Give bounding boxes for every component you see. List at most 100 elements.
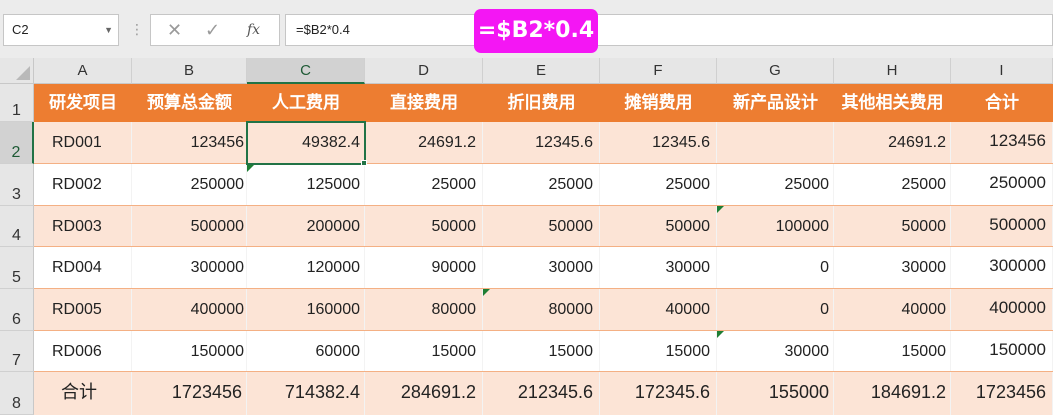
header-cell[interactable]: 直接费用 xyxy=(365,84,483,122)
other-cost-cell[interactable]: 25000 xyxy=(834,164,951,205)
column-header-c[interactable]: C xyxy=(247,58,365,84)
budget-cell[interactable]: 400000 xyxy=(132,289,247,330)
header-cell[interactable]: 预算总金额 xyxy=(132,84,247,122)
row-header-2[interactable]: 2 xyxy=(0,122,34,164)
row-header-4[interactable]: 4 xyxy=(0,206,34,247)
header-cell[interactable]: 摊销费用 xyxy=(600,84,717,122)
formula-input[interactable]: =$B2*0.4 xyxy=(285,14,1053,46)
other-cost-cell[interactable]: 15000 xyxy=(834,331,951,371)
amortization-cell[interactable]: 12345.6 xyxy=(600,122,717,163)
budget-cell[interactable]: 250000 xyxy=(132,164,247,205)
total-cell[interactable]: 150000 xyxy=(951,331,1053,371)
amortization-cell[interactable]: 30000 xyxy=(600,247,717,288)
depreciation-cell[interactable]: 50000 xyxy=(483,206,600,246)
budget-cell[interactable]: 123456 xyxy=(132,122,247,163)
depreciation-cell[interactable]: 30000 xyxy=(483,247,600,288)
new-product-design-cell[interactable]: 100000 xyxy=(717,206,834,246)
labor-cost-cell[interactable]: 120000 xyxy=(247,247,365,288)
grand-total-cell[interactable]: 1723456 xyxy=(951,372,1053,415)
header-cell[interactable]: 其他相关费用 xyxy=(834,84,951,122)
labor-cost-cell[interactable]: 200000 xyxy=(247,206,365,246)
vertical-dots-icon[interactable]: ⋮ xyxy=(130,16,144,42)
amortization-cell[interactable]: 15000 xyxy=(600,331,717,371)
direct-cost-cell[interactable]: 80000 xyxy=(365,289,483,330)
error-indicator-icon[interactable] xyxy=(717,331,724,338)
project-cell[interactable]: RD004 xyxy=(34,247,132,288)
amortization-cell[interactable]: 25000 xyxy=(600,164,717,205)
new-product-design-cell[interactable]: 25000 xyxy=(717,164,834,205)
error-indicator-icon[interactable] xyxy=(717,206,724,213)
total-cell[interactable]: 123456 xyxy=(951,122,1053,163)
budget-cell[interactable]: 300000 xyxy=(132,247,247,288)
new-product-design-cell[interactable]: 0 xyxy=(717,247,834,288)
depreciation-cell[interactable]: 15000 xyxy=(483,331,600,371)
direct-total-cell[interactable]: 284691.2 xyxy=(365,372,483,415)
labor-cost-cell[interactable]: 125000 xyxy=(247,164,365,205)
project-cell[interactable]: RD001 xyxy=(34,122,132,163)
other-cost-cell[interactable]: 24691.2 xyxy=(834,122,951,163)
new-product-design-cell[interactable] xyxy=(717,122,834,163)
column-header-d[interactable]: D xyxy=(365,58,483,84)
header-cell[interactable]: 人工费用 xyxy=(247,84,365,122)
total-cell[interactable]: 250000 xyxy=(951,164,1053,205)
depreciation-total-cell[interactable]: 212345.6 xyxy=(483,372,600,415)
row-header-6[interactable]: 6 xyxy=(0,289,34,331)
column-header-g[interactable]: G xyxy=(717,58,834,84)
project-cell[interactable]: RD005 xyxy=(34,289,132,330)
error-indicator-icon[interactable] xyxy=(247,165,254,172)
labor-total-cell[interactable]: 714382.4 xyxy=(247,372,365,415)
direct-cost-cell[interactable]: 50000 xyxy=(365,206,483,246)
row-header-8[interactable]: 8 xyxy=(0,372,34,415)
direct-cost-cell[interactable]: 24691.2 xyxy=(365,122,483,163)
row-header-5[interactable]: 5 xyxy=(0,247,34,289)
new-product-design-cell[interactable]: 30000 xyxy=(717,331,834,371)
other-cost-cell[interactable]: 50000 xyxy=(834,206,951,246)
new-product-design-cell[interactable]: 0 xyxy=(717,289,834,330)
other-cost-cell[interactable]: 30000 xyxy=(834,247,951,288)
amortization-total-cell[interactable]: 172345.6 xyxy=(600,372,717,415)
select-all-button[interactable] xyxy=(0,58,34,84)
header-cell[interactable]: 折旧费用 xyxy=(483,84,600,122)
column-header-a[interactable]: A xyxy=(34,58,132,84)
amortization-cell[interactable]: 40000 xyxy=(600,289,717,330)
fill-handle[interactable] xyxy=(361,160,367,166)
column-header-e[interactable]: E xyxy=(483,58,600,84)
header-cell[interactable]: 合计 xyxy=(951,84,1053,122)
row-header-7[interactable]: 7 xyxy=(0,331,34,372)
depreciation-cell[interactable]: 80000 xyxy=(483,289,600,330)
column-header-i[interactable]: I xyxy=(951,58,1053,84)
amortization-cell[interactable]: 50000 xyxy=(600,206,717,246)
total-cell[interactable]: 400000 xyxy=(951,289,1053,330)
budget-cell[interactable]: 150000 xyxy=(132,331,247,371)
column-header-b[interactable]: B xyxy=(132,58,247,84)
row-header-3[interactable]: 3 xyxy=(0,164,34,206)
budget-total-cell[interactable]: 1723456 xyxy=(132,372,247,415)
project-cell[interactable]: RD002 xyxy=(34,164,132,205)
labor-cost-cell[interactable]: 160000 xyxy=(247,289,365,330)
depreciation-cell[interactable]: 12345.6 xyxy=(483,122,600,163)
row-header-1[interactable]: 1 xyxy=(0,84,34,122)
column-header-h[interactable]: H xyxy=(834,58,951,84)
name-box[interactable]: C2 ▼ xyxy=(3,14,119,46)
design-total-cell[interactable]: 155000 xyxy=(717,372,834,415)
header-cell[interactable]: 研发项目 xyxy=(34,84,132,122)
project-cell[interactable]: RD006 xyxy=(34,331,132,371)
column-header-f[interactable]: F xyxy=(600,58,717,84)
other-cost-cell[interactable]: 40000 xyxy=(834,289,951,330)
labor-cost-cell[interactable]: 60000 xyxy=(247,331,365,371)
total-label-cell[interactable]: 合计 xyxy=(34,372,132,415)
budget-cell[interactable]: 500000 xyxy=(132,206,247,246)
cancel-x-icon[interactable]: ✕ xyxy=(167,15,182,45)
insert-function-icon[interactable]: fx xyxy=(247,15,260,45)
direct-cost-cell[interactable]: 90000 xyxy=(365,247,483,288)
dropdown-caret-icon[interactable]: ▼ xyxy=(104,15,113,45)
enter-check-icon[interactable]: ✓ xyxy=(205,15,220,45)
other-total-cell[interactable]: 184691.2 xyxy=(834,372,951,415)
total-cell[interactable]: 500000 xyxy=(951,206,1053,246)
error-indicator-icon[interactable] xyxy=(483,289,490,296)
direct-cost-cell[interactable]: 15000 xyxy=(365,331,483,371)
project-cell[interactable]: RD003 xyxy=(34,206,132,246)
depreciation-cell[interactable]: 25000 xyxy=(483,164,600,205)
header-cell[interactable]: 新产品设计 xyxy=(717,84,834,122)
total-cell[interactable]: 300000 xyxy=(951,247,1053,288)
